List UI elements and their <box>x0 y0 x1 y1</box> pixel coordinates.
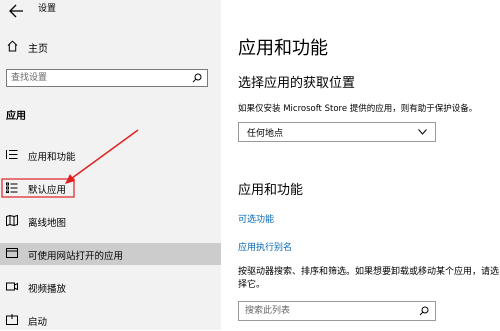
app-list-search-input[interactable] <box>245 304 413 318</box>
sidebar-item-offline-maps[interactable]: 离线地图 <box>0 210 221 232</box>
install-location-dropdown[interactable]: 任何地点 <box>238 122 436 142</box>
back-arrow-icon[interactable] <box>8 4 24 18</box>
sidebar-item-startup[interactable]: 启动 <box>0 309 221 331</box>
search-icon[interactable] <box>419 306 429 316</box>
default-apps-icon <box>6 182 18 193</box>
startup-icon <box>6 314 18 325</box>
home-icon <box>7 40 18 52</box>
section-label-apps: 应用 <box>6 111 26 122</box>
main-content: 应用和功能 选择应用的获取位置 如果仅安装 Microsoft Store 提供… <box>221 0 500 330</box>
apps-features-heading: 应用和功能 <box>238 183 304 198</box>
search-icon[interactable] <box>192 73 202 83</box>
sidebar-item-default-apps[interactable]: 默认应用 <box>0 177 221 199</box>
sidebar-item-label: 应用和功能 <box>28 152 76 163</box>
sidebar-home-label: 主页 <box>28 44 48 55</box>
sidebar-item-label: 启动 <box>28 317 48 328</box>
install-location-description: 如果仅安装 Microsoft Store 提供的应用，则有助于保护设备。 <box>238 104 478 114</box>
sidebar-home[interactable]: 主页 <box>0 36 221 58</box>
sidebar-item-label: 可使用网站打开的应用 <box>28 251 124 262</box>
sidebar-item-label: 离线地图 <box>28 218 67 229</box>
chevron-down-icon <box>418 129 427 135</box>
optional-features-link[interactable]: 可选功能 <box>238 212 274 225</box>
web-app-icon <box>6 248 18 258</box>
search-description: 按驱动器搜索、排序和筛选。如果想要卸载或移动某个应用，请选择它。 <box>238 267 500 290</box>
sidebar-item-apps-features[interactable]: 应用和功能 <box>0 144 221 166</box>
map-icon <box>6 215 18 226</box>
sidebar-search-input[interactable] <box>11 71 181 85</box>
app-execution-aliases-link[interactable]: 应用执行别名 <box>238 240 292 253</box>
dropdown-value: 任何地点 <box>247 129 284 139</box>
list-icon <box>6 150 18 159</box>
sidebar-item-apps-for-websites[interactable]: 可使用网站打开的应用 <box>0 243 221 265</box>
sidebar-item-video-playback[interactable]: 视频播放 <box>0 276 221 298</box>
app-list-search-box[interactable] <box>238 301 436 321</box>
page-title: 应用和功能 <box>238 38 328 59</box>
window-title: 设置 <box>38 4 57 14</box>
sidebar-search-box[interactable] <box>6 69 208 87</box>
sidebar-item-label: 默认应用 <box>28 185 67 196</box>
sidebar: 设置 主页 应用 应用和功能 默认应用 离线地图 <box>0 0 221 330</box>
video-icon <box>6 282 18 291</box>
sidebar-item-label: 视频播放 <box>28 284 67 295</box>
install-location-heading: 选择应用的获取位置 <box>238 76 356 91</box>
